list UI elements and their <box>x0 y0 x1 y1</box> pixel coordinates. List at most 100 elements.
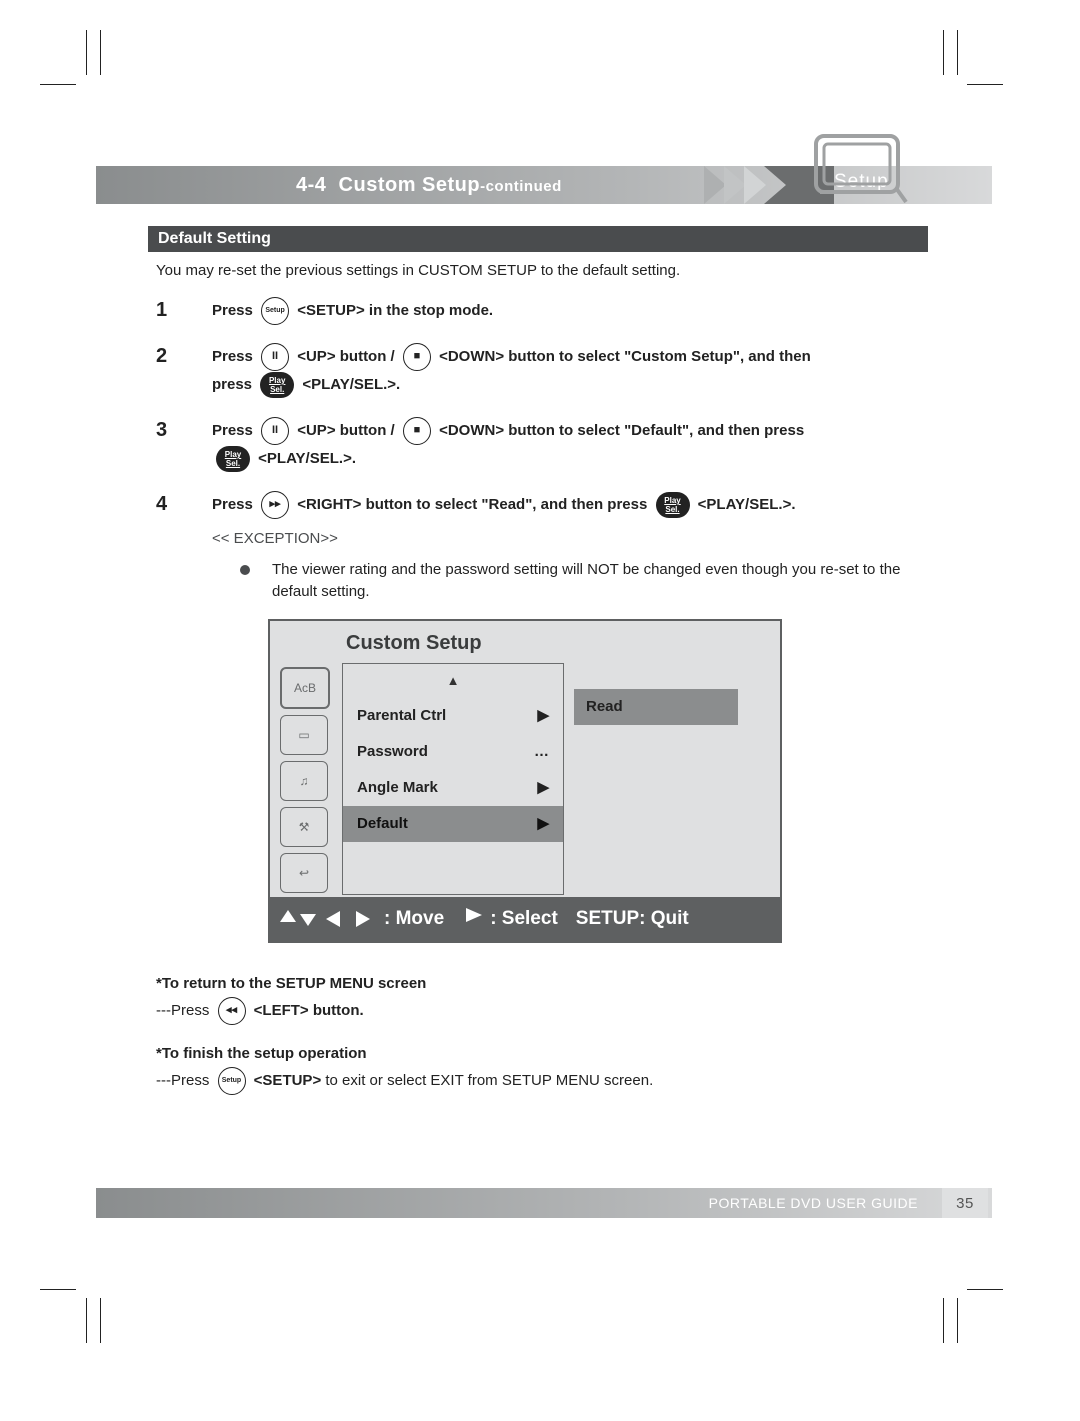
step-fragment: <UP> button / <box>297 422 399 439</box>
osd-tab-screen-icon: ▭ <box>280 715 328 755</box>
step-body: Press Setup <SETUP> in the stop mode. <box>212 297 930 325</box>
step-body: Press ▸▸ <RIGHT> button to select "Read"… <box>212 491 930 943</box>
device-illustration-icon <box>810 130 910 205</box>
osd-menu-label: Password <box>357 738 428 766</box>
osd-menu-item: Angle Mark ▶ <box>343 770 563 806</box>
section-number: 4-4 <box>296 174 326 196</box>
dpad-arrows-icon <box>278 905 378 933</box>
osd-menu-label: Parental Ctrl <box>357 702 446 730</box>
pause-button-icon: II <box>261 343 289 371</box>
osd-menu-item-selected: Default ▶ <box>343 806 563 842</box>
step-number: 3 <box>156 417 212 443</box>
notes-block: *To return to the SETUP MENU screen ---P… <box>156 971 930 1095</box>
osd-current-value: Read <box>574 689 738 725</box>
note-finish-heading: *To finish the setup operation <box>156 1041 930 1067</box>
stop-button-icon: ■ <box>403 417 431 445</box>
bullet-icon <box>240 565 250 575</box>
press-label: Press <box>212 348 253 365</box>
osd-footer-move: : Move <box>384 905 444 933</box>
osd-menu-list: ▲ Parental Ctrl ▶ Password … <box>342 663 564 895</box>
crop-mark <box>86 30 87 75</box>
osd-tab-language-icon: AcB <box>280 667 330 709</box>
press-label: Press <box>212 422 253 439</box>
play-sel-button-icon: PlaySel. <box>260 372 294 398</box>
note-return-body: ---Press ◂◂ <LEFT> button. <box>156 997 930 1025</box>
step-fragment: <DOWN> button to select "Default", and t… <box>439 422 804 439</box>
press-label: press <box>212 376 252 393</box>
osd-menu-item: Parental Ctrl ▶ <box>343 698 563 734</box>
play-icon <box>464 905 484 933</box>
pause-button-icon: II <box>261 417 289 445</box>
crop-mark <box>40 1289 76 1290</box>
rewind-button-icon: ◂◂ <box>218 997 246 1025</box>
note-return-heading: *To return to the SETUP MENU screen <box>156 971 930 997</box>
step-body: Press II <UP> button / ■ <DOWN> button t… <box>212 343 930 399</box>
section-title: Custom Setup <box>339 174 481 196</box>
setup-button-icon: Setup <box>261 297 289 325</box>
crop-mark <box>967 84 1003 85</box>
osd-screenshot: Custom Setup AcB ▭ ♫ ⚒ ↩ ▲ <box>268 619 782 943</box>
step-fragment: <RIGHT> button to select "Read", and the… <box>297 496 651 513</box>
step-4: 4 Press ▸▸ <RIGHT> button to select "Rea… <box>156 491 930 943</box>
step-fragment: <UP> button / <box>297 348 399 365</box>
footer-band: PORTABLE DVD USER GUIDE 35 <box>96 1188 992 1218</box>
section-heading: 4-4 Custom Setup-continued <box>296 174 562 197</box>
crop-mark <box>943 1298 944 1343</box>
crop-mark <box>943 30 944 75</box>
stop-button-icon: ■ <box>403 343 431 371</box>
osd-menu-label: Angle Mark <box>357 774 438 802</box>
right-arrow-icon: ▶ <box>537 810 549 838</box>
exception-bullet: The viewer rating and the password setti… <box>212 559 930 603</box>
step-body: Press II <UP> button / ■ <DOWN> button t… <box>212 417 930 473</box>
step-number: 2 <box>156 343 212 369</box>
step-fragment: <DOWN> button to select "Custom Setup", … <box>439 348 811 365</box>
setup-button-icon: Setup <box>218 1067 246 1095</box>
crop-mark <box>100 1298 101 1343</box>
step-number: 4 <box>156 491 212 517</box>
right-arrow-icon: ▶ <box>537 702 549 730</box>
page-number: 35 <box>942 1188 988 1218</box>
osd-tab-custom-icon: ⚒ <box>280 807 328 847</box>
up-arrow-icon: ▲ <box>343 664 563 698</box>
press-label: Press <box>212 302 253 319</box>
footer-label: PORTABLE DVD USER GUIDE <box>709 1195 918 1211</box>
crop-mark <box>100 30 101 75</box>
osd-tab-audio-icon: ♫ <box>280 761 328 801</box>
note-finish-body: ---Press Setup <SETUP> to exit or select… <box>156 1067 930 1095</box>
right-arrow-icon: ▶ <box>537 774 549 802</box>
osd-footer-select: : Select <box>490 905 558 933</box>
osd-title: Custom Setup <box>346 629 770 657</box>
fast-forward-button-icon: ▸▸ <box>261 491 289 519</box>
osd-tab-column: AcB ▭ ♫ ⚒ ↩ <box>280 663 342 895</box>
crop-mark <box>957 1298 958 1343</box>
ellipsis-icon: … <box>534 738 549 766</box>
step-fragment: <SETUP> in the stop mode. <box>297 302 493 319</box>
section-continued: -continued <box>480 178 562 195</box>
subsection-heading: Default Setting <box>148 226 928 252</box>
exception-label: << EXCEPTION>> <box>212 525 930 553</box>
manual-page: 4-4 Custom Setup-continued Setup Default… <box>0 0 1080 1421</box>
exception-text: The viewer rating and the password setti… <box>272 559 930 603</box>
osd-footer-quit: SETUP: Quit <box>576 905 689 933</box>
press-label: Press <box>212 496 253 513</box>
crop-mark <box>86 1298 87 1343</box>
content-area: Default Setting You may re-set the previ… <box>156 226 930 1095</box>
step-3: 3 Press II <UP> button / ■ <DOWN> button… <box>156 417 930 473</box>
step-2: 2 Press II <UP> button / ■ <DOWN> button… <box>156 343 930 399</box>
play-sel-button-icon: PlaySel. <box>656 492 690 518</box>
osd-menu-label: Default <box>357 810 408 838</box>
step-1: 1 Press Setup <SETUP> in the stop mode. <box>156 297 930 325</box>
play-sel-button-icon: PlaySel. <box>216 446 250 472</box>
intro-text: You may re-set the previous settings in … <box>156 262 930 279</box>
osd-tab-exit-icon: ↩ <box>280 853 328 893</box>
step-fragment: <PLAY/SEL.>. <box>258 450 356 467</box>
step-fragment: <PLAY/SEL.>. <box>302 376 400 393</box>
step-fragment: <PLAY/SEL.>. <box>698 496 796 513</box>
osd-footer: : Move : Select SETUP: Quit <box>270 899 780 941</box>
crop-mark <box>967 1289 1003 1290</box>
crop-mark <box>957 30 958 75</box>
step-list: 1 Press Setup <SETUP> in the stop mode. … <box>156 297 930 943</box>
crop-mark <box>40 84 76 85</box>
step-number: 1 <box>156 297 212 323</box>
osd-menu-item: Password … <box>343 734 563 770</box>
